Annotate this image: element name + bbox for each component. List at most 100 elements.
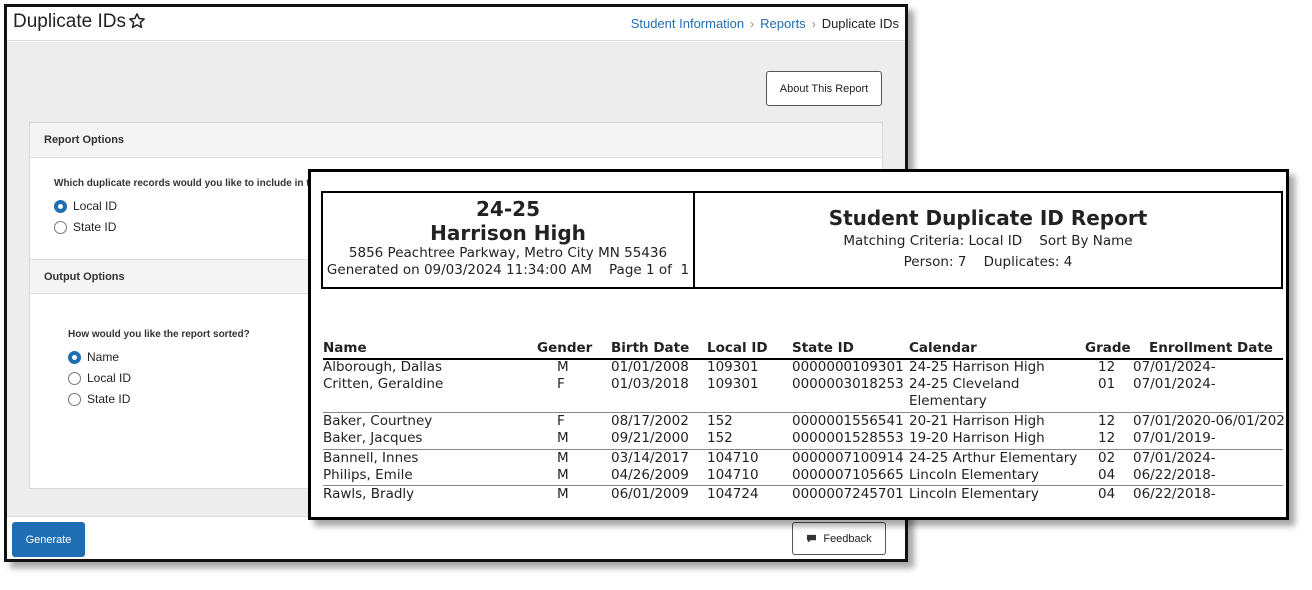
table-row-name: Critten, Geraldine bbox=[323, 376, 444, 392]
table-row-enrollment: 07/01/2024- bbox=[1133, 450, 1216, 466]
radio-label: State ID bbox=[73, 220, 117, 234]
breadcrumb: Student Information › Reports › Duplicat… bbox=[631, 16, 899, 31]
breadcrumb-current: Duplicate IDs bbox=[821, 16, 899, 31]
report-title: Student Duplicate ID Report bbox=[828, 206, 1148, 230]
table-row-calendar: 19-20 Harrison High bbox=[909, 430, 1045, 446]
table-row-calendar-line2: Elementary bbox=[909, 393, 987, 409]
chevron-right-icon: › bbox=[811, 16, 816, 31]
radio-button[interactable] bbox=[54, 199, 67, 213]
table-row-name: Baker, Courtney bbox=[323, 413, 433, 429]
report-school-name: Harrison High bbox=[430, 221, 586, 245]
report-preview: 24-25 Harrison High 5856 Peachtree Parkw… bbox=[308, 169, 1289, 520]
col-header-state-id: State ID bbox=[792, 340, 854, 356]
table-row-gender: M bbox=[557, 467, 569, 483]
table-row-enrollment: 06/22/2018- bbox=[1133, 486, 1216, 502]
table-row-state-id: 0000007245701 bbox=[792, 486, 904, 502]
table-row-state-id: 0000007100914 bbox=[792, 450, 904, 466]
radio-label: Local ID bbox=[87, 371, 132, 385]
table-row-name: Rawls, Bradly bbox=[323, 486, 415, 502]
radio-label: State ID bbox=[87, 392, 131, 406]
report-address: 5856 Peachtree Parkway, Metro City MN 55… bbox=[348, 245, 668, 261]
table-row-grade: 12 bbox=[1098, 413, 1116, 429]
page-title: Duplicate IDs bbox=[13, 11, 126, 32]
table-row-grade: 02 bbox=[1098, 450, 1116, 466]
table-row-birth-date: 04/26/2009 bbox=[611, 467, 689, 483]
col-header-birth-date: Birth Date bbox=[611, 340, 690, 356]
radio-button[interactable] bbox=[68, 371, 81, 385]
table-row-gender: M bbox=[557, 486, 569, 502]
star-icon[interactable] bbox=[128, 12, 146, 30]
top-bar: Duplicate IDs Student Information › Repo… bbox=[7, 7, 905, 41]
table-row-birth-date: 03/14/2017 bbox=[611, 450, 689, 466]
table-row-name: Baker, Jacques bbox=[323, 430, 423, 446]
table-row-calendar: Lincoln Elementary bbox=[909, 467, 1039, 483]
table-row-state-id: 0000001528553 bbox=[792, 430, 904, 446]
radio-label: Local ID bbox=[73, 199, 118, 213]
table-row-grade: 12 bbox=[1098, 359, 1116, 375]
table-row-local-id: 152 bbox=[707, 413, 733, 429]
feedback-button[interactable]: Feedback bbox=[792, 522, 886, 555]
generate-button[interactable]: Generate bbox=[12, 522, 85, 557]
table-row-state-id: 0000001556541 bbox=[792, 413, 904, 429]
radio-sort-state-id[interactable]: State ID bbox=[68, 392, 130, 406]
table-row-enrollment: 07/01/2024- bbox=[1133, 376, 1216, 392]
table-row-grade: 01 bbox=[1098, 376, 1116, 392]
col-header-calendar: Calendar bbox=[909, 340, 977, 356]
col-header-enrollment-date: Enrollment Date bbox=[1149, 340, 1273, 356]
report-school-box: 24-25 Harrison High 5856 Peachtree Parkw… bbox=[321, 191, 695, 289]
table-row-gender: F bbox=[557, 376, 565, 392]
radio-local-id[interactable]: Local ID bbox=[54, 199, 117, 213]
table-row-local-id: 104710 bbox=[707, 467, 759, 483]
table-row-birth-date: 01/03/2018 bbox=[611, 376, 689, 392]
table-row-local-id: 109301 bbox=[707, 359, 759, 375]
report-counts: Person: 7 Duplicates: 4 bbox=[903, 254, 1073, 270]
footer-bar: Generate Feedback bbox=[7, 516, 905, 559]
table-row-enrollment: 07/01/2024- bbox=[1133, 359, 1216, 375]
table-row-gender: F bbox=[557, 413, 565, 429]
radio-button[interactable] bbox=[68, 350, 81, 364]
report-criteria: Matching Criteria: Local ID Sort By Name bbox=[843, 233, 1133, 249]
about-report-button[interactable]: About This Report bbox=[766, 71, 882, 106]
chat-bubble-icon bbox=[807, 534, 817, 543]
table-row-state-id: 0000000109301 bbox=[792, 359, 904, 375]
table-row-calendar: Lincoln Elementary bbox=[909, 486, 1039, 502]
report-options-header: Report Options bbox=[30, 123, 882, 158]
chevron-right-icon: › bbox=[750, 16, 755, 31]
radio-button[interactable] bbox=[68, 392, 81, 406]
table-row-calendar: 20-21 Harrison High bbox=[909, 413, 1045, 429]
table-row-name: Bannell, Innes bbox=[323, 450, 419, 466]
table-row-grade: 04 bbox=[1098, 467, 1116, 483]
table-row-local-id: 109301 bbox=[707, 376, 759, 392]
table-row-birth-date: 06/01/2009 bbox=[611, 486, 689, 502]
table-row-grade: 12 bbox=[1098, 430, 1116, 446]
duplicate-records-question: Which duplicate records would you like t… bbox=[54, 178, 310, 189]
table-row-birth-date: 01/01/2008 bbox=[611, 359, 689, 375]
table-row-calendar: 24-25 Cleveland bbox=[909, 376, 1020, 392]
radio-state-id[interactable]: State ID bbox=[54, 220, 116, 234]
radio-sort-local-id[interactable]: Local ID bbox=[68, 371, 131, 385]
table-row-calendar: 24-25 Arthur Elementary bbox=[909, 450, 1078, 466]
col-header-local-id: Local ID bbox=[707, 340, 768, 356]
report-title-box: Student Duplicate ID Report Matching Cri… bbox=[695, 191, 1283, 289]
table-row-name: Alborough, Dallas bbox=[323, 359, 443, 375]
breadcrumb-reports[interactable]: Reports bbox=[760, 16, 806, 31]
table-row-state-id: 0000007105665 bbox=[792, 467, 904, 483]
table-row-local-id: 104710 bbox=[707, 450, 759, 466]
table-row-local-id: 152 bbox=[707, 430, 733, 446]
radio-sort-name[interactable]: Name bbox=[68, 350, 119, 364]
table-row-gender: M bbox=[557, 450, 569, 466]
table-row-enrollment: 07/01/2020-06/01/2021 bbox=[1133, 413, 1289, 429]
table-row-grade: 04 bbox=[1098, 486, 1116, 502]
col-header-gender: Gender bbox=[537, 340, 593, 356]
report-year: 24-25 bbox=[476, 197, 540, 221]
table-row-state-id: 0000003018253 bbox=[792, 376, 904, 392]
table-row-gender: M bbox=[557, 430, 569, 446]
col-header-grade: Grade bbox=[1085, 340, 1131, 356]
table-row-birth-date: 08/17/2002 bbox=[611, 413, 689, 429]
report-generated: Generated on 09/03/2024 11:34:00 AM Page… bbox=[326, 262, 690, 278]
radio-label: Name bbox=[87, 350, 120, 364]
breadcrumb-student-information[interactable]: Student Information bbox=[631, 16, 744, 31]
table-row-name: Philips, Emile bbox=[323, 467, 413, 483]
table-row-gender: M bbox=[557, 359, 569, 375]
radio-button[interactable] bbox=[54, 220, 67, 234]
